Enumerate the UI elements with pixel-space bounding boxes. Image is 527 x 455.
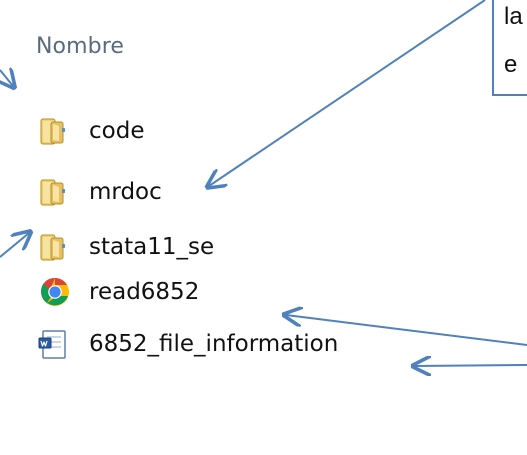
folder-icon: [37, 175, 81, 209]
file-row-stata11-se[interactable]: stata11_se: [37, 228, 214, 266]
file-row-mrdoc[interactable]: mrdoc: [37, 173, 162, 211]
callout-box: la e: [492, 0, 527, 96]
file-name: 6852_file_information: [89, 330, 339, 357]
file-row-code[interactable]: code: [37, 112, 144, 150]
word-document-icon: [37, 327, 81, 361]
chrome-icon: [37, 275, 81, 309]
callout-text-line-2: e: [504, 51, 518, 78]
name-column-header[interactable]: Nombre: [36, 34, 124, 59]
callout-text-line-1: la: [504, 3, 523, 30]
folder-icon: [37, 114, 81, 148]
folder-icon: [37, 230, 81, 264]
file-name: stata11_se: [89, 233, 215, 260]
file-list-panel: Nombre code mrdoc stata11_se read6852 68…: [0, 0, 527, 455]
file-name: mrdoc: [89, 178, 162, 205]
file-name: code: [89, 117, 145, 144]
file-row-6852-file-information[interactable]: 6852_file_information: [37, 325, 338, 363]
file-explorer-stage: Nombre code mrdoc stata11_se read6852 68…: [0, 0, 527, 455]
file-row-read6852[interactable]: read6852: [37, 273, 199, 311]
file-name: read6852: [89, 278, 200, 305]
